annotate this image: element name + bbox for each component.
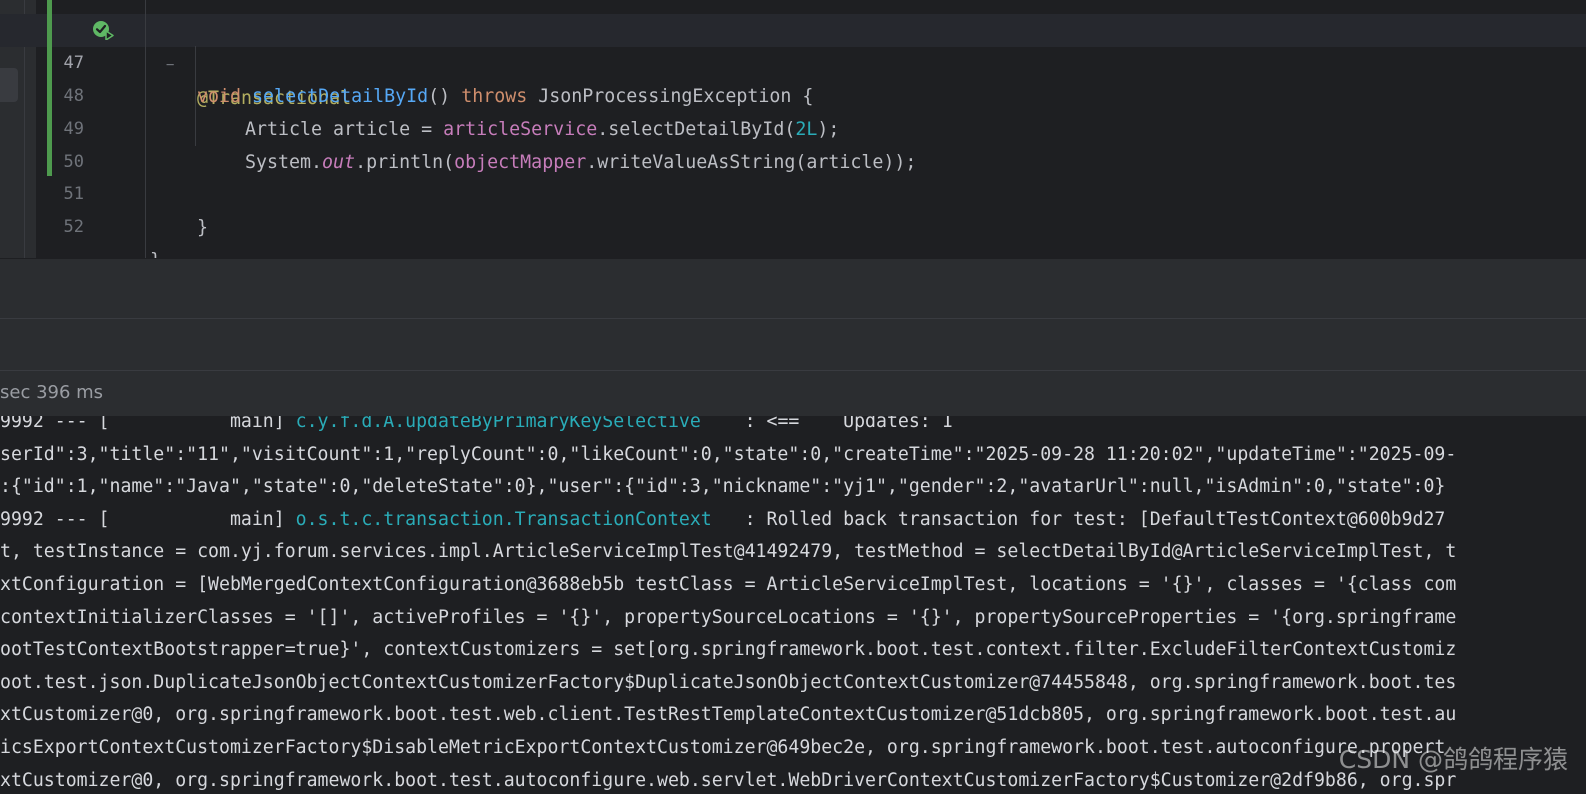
console-line[interactable]: t, testInstance = com.yj.forum.services.…	[0, 536, 1456, 569]
logger-name[interactable]: o.s.t.c.transaction.TransactionContext	[296, 509, 712, 530]
code-line-50[interactable]: 50	[0, 113, 1586, 172]
gutter-separator	[145, 0, 146, 258]
code-line-51[interactable]: 51 }	[0, 145, 1586, 238]
test-timing-bar: sec 396 ms	[0, 370, 1586, 416]
closing-brace: }	[197, 217, 209, 238]
vcs-change-bar[interactable]	[47, 0, 52, 176]
console-line[interactable]: :{"id":1,"name":"Java","state":0,"delete…	[0, 471, 1445, 504]
code-line-48[interactable]: 48 Article article = articleService.sele…	[0, 47, 1586, 140]
log-message: oot.test.json.DuplicateJsonObjectContext…	[0, 671, 1457, 693]
console-line[interactable]: 9992 --- [ main] o.s.t.c.transaction.Tra…	[0, 504, 1445, 537]
watermark: CSDN @鸽鸽程序猿	[1338, 745, 1568, 774]
console-line[interactable]: 9992 --- [ main] c.y.f.d.A.updateByPrima…	[0, 416, 953, 439]
log-message: xtCustomizer@0, org.springframework.boot…	[0, 704, 1457, 726]
console-line[interactable]: icsExportContextCustomizerFactory$Disabl…	[0, 732, 1445, 765]
closing-brace: }	[150, 244, 161, 258]
console-line[interactable]: xtCustomizer@0, org.springframework.boot…	[0, 765, 1456, 794]
log-message: :{"id":1,"name":"Java","state":0,"delete…	[0, 476, 1446, 498]
test-duration: sec 396 ms	[0, 382, 104, 403]
log-message: ootTestContextBootstrapper=true}', conte…	[0, 639, 1457, 661]
code-editor[interactable]: 46 − @Transactional 47 void selectDetail…	[0, 0, 1586, 258]
console-line[interactable]: ootTestContextBootstrapper=true}', conte…	[0, 634, 1456, 667]
log-prefix: 9992 --- [ main]	[0, 508, 296, 530]
console-line[interactable]: xtConfiguration = [WebMergedContextConfi…	[0, 569, 1456, 602]
run-toolbar	[0, 258, 1586, 318]
run-test-passed-icon[interactable]	[92, 20, 114, 40]
log-message: : Rolled back transaction for test: [Def…	[711, 508, 1446, 530]
console-output[interactable]: 9992 --- [ main] c.y.f.d.A.updateByPrima…	[0, 416, 1586, 794]
code-line-49[interactable]: 49 System.out.println(objectMapper.write…	[0, 80, 1586, 173]
console-line[interactable]: serId":3,"title":"11","visitCount":1,"re…	[0, 439, 1456, 472]
indent-guide	[195, 46, 196, 146]
log-message: xtConfiguration = [WebMergedContextConfi…	[0, 574, 1457, 595]
log-message: serId":3,"title":"11","visitCount":1,"re…	[0, 443, 1457, 465]
logger-name[interactable]: c.y.f.d.A.updateByPrimaryKeySelective	[296, 416, 734, 432]
log-prefix: 9992 --- [ main]	[0, 416, 296, 432]
log-message: icsExportContextCustomizerFactory$Disabl…	[0, 737, 1446, 758]
console-line[interactable]: xtCustomizer@0, org.springframework.boot…	[0, 699, 1456, 732]
line-number: 52	[63, 217, 84, 237]
log-message: contextInitializerClasses = '[]', active…	[0, 606, 1457, 628]
log-message: : <== Updates: 1	[733, 416, 953, 432]
console-line[interactable]: contextInitializerClasses = '[]', active…	[0, 602, 1456, 635]
log-message: t, testInstance = com.yj.forum.services.…	[0, 541, 1457, 563]
code-line-47[interactable]: 47 void selectDetailById() throws JsonPr…	[0, 14, 1586, 107]
code-line-52[interactable]: 52 }	[0, 178, 1586, 258]
console-line[interactable]: oot.test.json.DuplicateJsonObjectContext…	[0, 667, 1456, 700]
test-status-bar	[0, 318, 1586, 370]
log-message: xtCustomizer@0, org.springframework.boot…	[0, 769, 1457, 791]
